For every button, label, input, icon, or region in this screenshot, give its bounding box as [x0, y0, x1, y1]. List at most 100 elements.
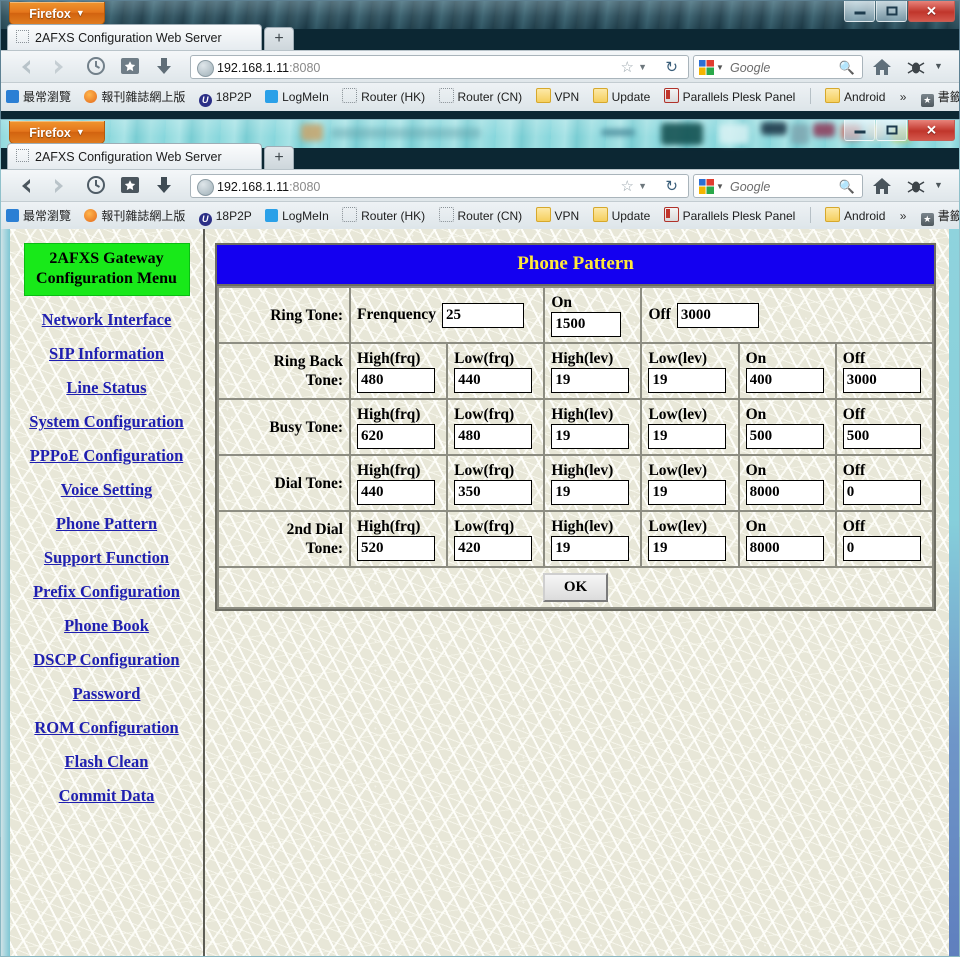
sidebar-item-dscp-configuration[interactable]: DSCP Configuration	[17, 649, 197, 670]
sidebar-item-system-configuration[interactable]: System Configuration	[17, 411, 197, 432]
maximize-button[interactable]	[876, 120, 907, 141]
downloads-arrow-icon[interactable]	[153, 174, 177, 198]
bookmark-item[interactable]: U 18P2P	[194, 202, 257, 230]
sidebar-item-phone-book[interactable]: Phone Book	[17, 615, 197, 636]
bookmarks-star-icon[interactable]	[119, 55, 143, 79]
sidebar-item-flash-clean[interactable]: Flash Clean	[17, 751, 197, 772]
busy-low-frq-input[interactable]	[454, 424, 533, 449]
home-icon[interactable]	[871, 56, 893, 83]
sidebar-item-password[interactable]: Password	[17, 683, 197, 704]
forward-arrow-icon[interactable]	[46, 174, 70, 198]
bookmarks-menu-button[interactable]: ★書籤	[916, 83, 959, 111]
ring-tone-off-input[interactable]	[676, 302, 759, 328]
ring-tone-on-input[interactable]	[551, 312, 622, 337]
dial-low-frq-input[interactable]	[454, 480, 533, 505]
bookmarks-overflow-chevron-icon[interactable]: »	[894, 83, 913, 111]
search-engine-chevron-icon[interactable]: ▼	[716, 182, 724, 191]
dial-high-lev-input[interactable]	[551, 480, 630, 505]
browser-tab[interactable]: 2AFXS Configuration Web Server	[7, 24, 262, 51]
bookmark-item[interactable]: Update	[588, 202, 656, 230]
search-engine-chevron-icon[interactable]: ▼	[716, 63, 724, 72]
bookmark-item[interactable]: Router (CN)	[434, 202, 528, 230]
ok-button[interactable]: OK	[542, 573, 609, 602]
home-icon[interactable]	[871, 175, 893, 202]
search-icon[interactable]: 🔍	[839, 178, 855, 196]
ring-back-low-frq-input[interactable]	[454, 368, 533, 393]
chevron-down-icon[interactable]: ▼	[638, 181, 647, 191]
bookmark-item[interactable]: 報刊雜誌網上版	[79, 83, 190, 111]
sidebar-item-phone-pattern[interactable]: Phone Pattern	[17, 513, 197, 534]
bookmark-item[interactable]: LogMeIn	[260, 83, 334, 111]
bookmark-item[interactable]: Router (CN)	[434, 83, 528, 111]
sidebar-item-line-status[interactable]: Line Status	[17, 377, 197, 398]
sidebar-item-sip-information[interactable]: SIP Information	[17, 343, 197, 364]
toolbar-overflow-chevron-icon[interactable]: ▼	[934, 61, 943, 71]
second-dial-off-input[interactable]	[842, 536, 921, 561]
dial-high-frq-input[interactable]	[357, 480, 435, 505]
bookmarks-overflow-chevron-icon[interactable]: »	[894, 202, 913, 230]
downloads-arrow-icon[interactable]	[153, 55, 177, 79]
bookmark-item[interactable]: U 18P2P	[194, 83, 257, 111]
bookmark-item[interactable]: 最常瀏覽	[1, 83, 76, 111]
addon-bug-icon[interactable]	[905, 175, 927, 202]
busy-off-input[interactable]	[842, 424, 921, 449]
bookmark-item[interactable]: Parallels Plesk Panel	[659, 202, 801, 230]
sidebar-item-voice-setting[interactable]: Voice Setting	[17, 479, 197, 500]
bookmark-star-icon[interactable]: ☆	[621, 178, 634, 196]
sidebar-item-pppoe-configuration[interactable]: PPPoE Configuration	[17, 445, 197, 466]
search-bar[interactable]: ▼ Google 🔍	[693, 55, 863, 79]
sidebar-item-network-interface[interactable]: Network Interface	[17, 309, 197, 330]
search-icon[interactable]: 🔍	[839, 59, 855, 77]
bookmark-item[interactable]: Parallels Plesk Panel	[659, 83, 801, 111]
dial-on-input[interactable]	[745, 480, 824, 505]
second-dial-high-lev-input[interactable]	[551, 536, 630, 561]
back-arrow-icon[interactable]	[15, 55, 39, 79]
second-dial-low-frq-input[interactable]	[454, 536, 533, 561]
ring-back-on-input[interactable]	[745, 368, 824, 393]
browser-tab[interactable]: 2AFXS Configuration Web Server	[7, 143, 262, 170]
ring-back-high-frq-input[interactable]	[357, 368, 435, 393]
forward-arrow-icon[interactable]	[46, 55, 70, 79]
busy-low-lev-input[interactable]	[648, 424, 727, 449]
reload-icon[interactable]: ↻	[665, 58, 678, 77]
bookmarks-star-icon[interactable]	[119, 174, 143, 198]
new-tab-button[interactable]: +	[264, 146, 294, 171]
busy-on-input[interactable]	[745, 424, 824, 449]
bookmark-item[interactable]: Android	[820, 83, 890, 111]
reload-icon[interactable]: ↻	[665, 177, 678, 196]
second-dial-on-input[interactable]	[745, 536, 824, 561]
toolbar-overflow-chevron-icon[interactable]: ▼	[934, 180, 943, 190]
ring-back-off-input[interactable]	[842, 368, 921, 393]
bookmark-star-icon[interactable]: ☆	[621, 59, 634, 77]
dial-low-lev-input[interactable]	[648, 480, 727, 505]
close-button[interactable]: ✕	[908, 1, 955, 22]
sidebar-item-prefix-configuration[interactable]: Prefix Configuration	[17, 581, 197, 602]
bookmark-item[interactable]: Router (HK)	[337, 202, 430, 230]
bookmark-item[interactable]: VPN	[531, 83, 585, 111]
search-bar[interactable]: ▼ Google 🔍	[693, 174, 863, 198]
search-input[interactable]: Google	[730, 59, 770, 77]
addon-bug-icon[interactable]	[905, 56, 927, 83]
history-clock-icon[interactable]	[85, 55, 109, 79]
firefox-window-active[interactable]: Firefox ▼ ✕ 2AFXS Configuration Web Serve…	[0, 119, 960, 957]
sidebar-item-commit-data[interactable]: Commit Data	[17, 785, 197, 806]
bookmark-item[interactable]: VPN	[531, 202, 585, 230]
search-input[interactable]: Google	[730, 178, 770, 196]
ring-tone-frequency-input[interactable]	[441, 302, 524, 328]
back-arrow-icon[interactable]	[15, 174, 39, 198]
second-dial-low-lev-input[interactable]	[648, 536, 727, 561]
close-button[interactable]: ✕	[908, 120, 955, 141]
sidebar-item-rom-configuration[interactable]: ROM Configuration	[17, 717, 197, 738]
bookmark-item[interactable]: LogMeIn	[260, 202, 334, 230]
bookmark-item[interactable]: Update	[588, 83, 656, 111]
second-dial-high-frq-input[interactable]	[357, 536, 435, 561]
bookmark-item[interactable]: Router (HK)	[337, 83, 430, 111]
sidebar-item-support-function[interactable]: Support Function	[17, 547, 197, 568]
minimize-button[interactable]	[844, 120, 875, 141]
maximize-button[interactable]	[876, 1, 907, 22]
url-bar[interactable]: 192.168.1.11:8080 ☆ ▼ ↻	[190, 174, 689, 198]
bookmark-item[interactable]: 最常瀏覽	[1, 202, 76, 230]
bookmarks-menu-button[interactable]: ★書籤	[916, 202, 959, 230]
dial-off-input[interactable]	[842, 480, 921, 505]
bookmark-item[interactable]: Android	[820, 202, 890, 230]
